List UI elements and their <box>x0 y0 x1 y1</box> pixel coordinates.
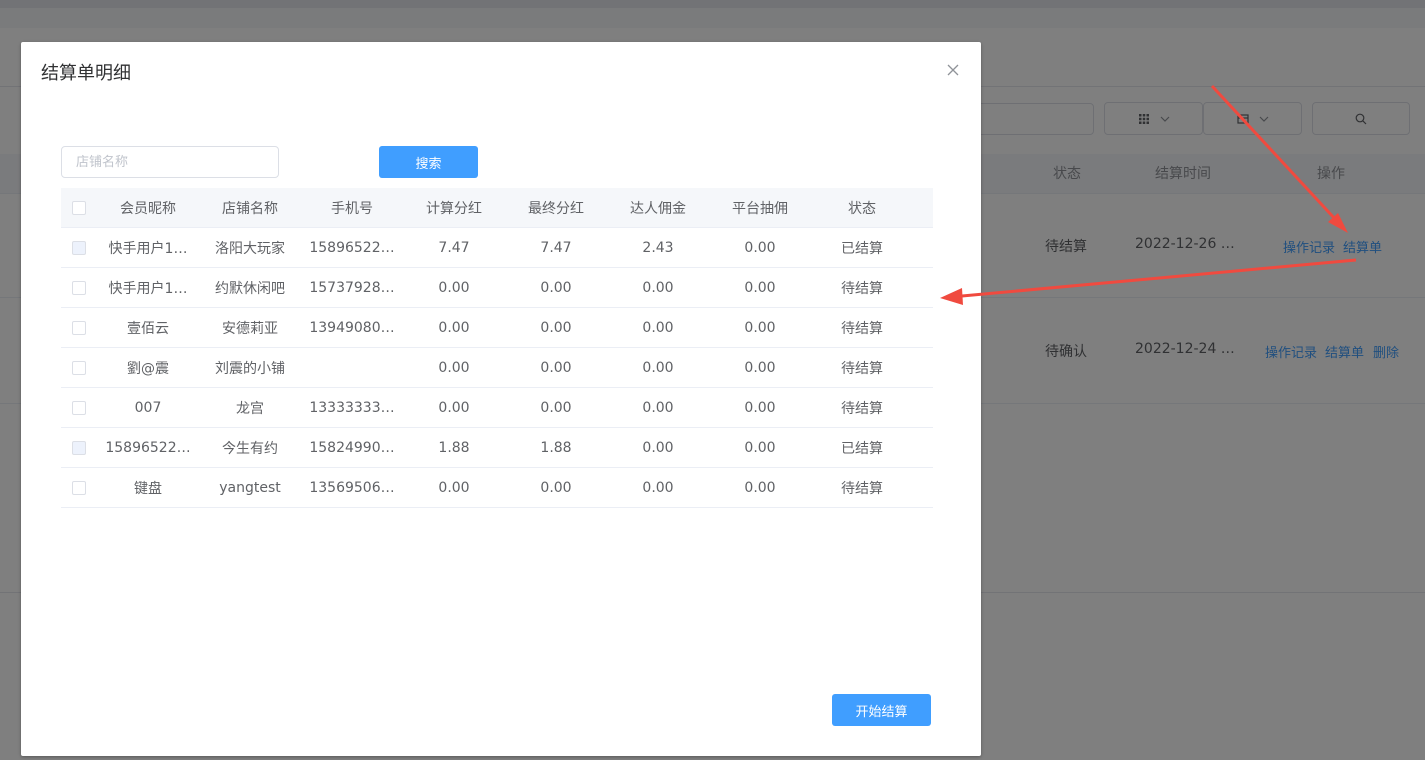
row-checkbox[interactable] <box>72 320 86 335</box>
cell-calculated-dividend: 0.00 <box>438 279 470 296</box>
cell-final-dividend: 7.47 <box>540 239 572 256</box>
settlement-detail-dialog: 结算单明细 搜索 会员昵称 店铺名称 手机号 计算分红 最终分红 达人佣金 平台… <box>21 42 981 756</box>
dialog-title: 结算单明细 <box>41 63 131 84</box>
cell-influencer-commission: 0.00 <box>642 279 674 296</box>
cell-final-dividend: 0.00 <box>540 319 572 336</box>
shop-name-search-input[interactable] <box>61 146 279 178</box>
cell-member-nickname: 劉@震 <box>127 360 169 377</box>
cell-calculated-dividend: 1.88 <box>438 439 470 456</box>
cell-calculated-dividend: 0.00 <box>438 399 470 416</box>
cell-platform-commission: 0.00 <box>744 239 776 256</box>
cell-phone: 15824990… <box>309 439 395 456</box>
header-calculated-dividend: 计算分红 <box>426 200 482 217</box>
cell-calculated-dividend: 0.00 <box>438 319 470 336</box>
cell-influencer-commission: 2.43 <box>642 239 674 256</box>
table-body: 快手用户1… 洛阳大玩家 15896522… 7.47 7.47 2.43 0.00 已结算快… <box>61 228 933 508</box>
header-platform-commission: 平台抽佣 <box>732 200 788 217</box>
table-row: 15896522… 今生有约 15824990… 1.88 1.88 0.00 0.00 已结… <box>61 428 933 468</box>
header-status: 状态 <box>848 200 876 217</box>
cell-final-dividend: 1.88 <box>540 439 572 456</box>
cell-influencer-commission: 0.00 <box>642 479 674 496</box>
cell-calculated-dividend: 7.47 <box>438 239 470 256</box>
cell-final-dividend: 0.00 <box>540 479 572 496</box>
cell-member-nickname: 键盘 <box>134 480 162 497</box>
cell-influencer-commission: 0.00 <box>642 319 674 336</box>
cell-phone <box>301 348 403 387</box>
search-button[interactable]: 搜索 <box>379 146 478 178</box>
header-final-dividend: 最终分红 <box>528 200 584 217</box>
table-row: 壹佰云 安德莉亚 13949080… 0.00 0.00 0.00 0.00 待结算 <box>61 308 933 348</box>
cell-shop-name: 洛阳大玩家 <box>215 240 285 257</box>
cell-status: 待结算 <box>841 320 883 337</box>
cell-phone: 15737928… <box>309 279 395 296</box>
row-checkbox <box>72 440 86 455</box>
cell-calculated-dividend: 0.00 <box>438 359 470 376</box>
cell-phone: 13569506… <box>309 479 395 496</box>
cell-platform-commission: 0.00 <box>744 279 776 296</box>
cell-final-dividend: 0.00 <box>540 359 572 376</box>
cell-phone: 13333333… <box>309 399 395 416</box>
cell-member-nickname: 快手用户1… <box>108 280 188 297</box>
header-shop-name: 店铺名称 <box>222 200 278 217</box>
cell-shop-name: 刘震的小铺 <box>215 360 285 377</box>
table-row: 快手用户1… 洛阳大玩家 15896522… 7.47 7.47 2.43 0.00 已结算 <box>61 228 933 268</box>
cell-platform-commission: 0.00 <box>744 399 776 416</box>
cell-shop-name: 安德莉亚 <box>222 320 278 337</box>
header-phone: 手机号 <box>331 200 373 217</box>
cell-shop-name: yangtest <box>219 479 281 496</box>
cell-member-nickname: 15896522… <box>105 439 191 456</box>
cell-member-nickname: 快手用户1… <box>108 240 188 257</box>
row-checkbox[interactable] <box>72 480 86 495</box>
cell-shop-name: 约默休闲吧 <box>215 280 285 297</box>
cell-platform-commission: 0.00 <box>744 479 776 496</box>
cell-calculated-dividend: 0.00 <box>438 479 470 496</box>
row-checkbox[interactable] <box>72 360 86 375</box>
cell-influencer-commission: 0.00 <box>642 399 674 416</box>
settlement-table: 会员昵称 店铺名称 手机号 计算分红 最终分红 达人佣金 平台抽佣 状态 快手用… <box>61 188 933 508</box>
cell-status: 待结算 <box>841 360 883 377</box>
close-icon[interactable] <box>945 62 961 78</box>
cell-platform-commission: 0.00 <box>744 439 776 456</box>
cell-platform-commission: 0.00 <box>744 359 776 376</box>
cell-status: 已结算 <box>841 440 883 457</box>
cell-status: 待结算 <box>841 400 883 417</box>
header-influencer-commission: 达人佣金 <box>630 200 686 217</box>
cell-final-dividend: 0.00 <box>540 279 572 296</box>
cell-influencer-commission: 0.00 <box>642 439 674 456</box>
table-row: 键盘 yangtest 13569506… 0.00 0.00 0.00 0.00 待结算 <box>61 468 933 508</box>
header-member-nickname: 会员昵称 <box>120 200 176 217</box>
cell-platform-commission: 0.00 <box>744 319 776 336</box>
cell-member-nickname: 壹佰云 <box>127 320 169 337</box>
select-all-checkbox[interactable] <box>72 200 86 215</box>
cell-status: 已结算 <box>841 240 883 257</box>
cell-shop-name: 龙宫 <box>236 400 264 417</box>
table-row: 快手用户1… 约默休闲吧 15737928… 0.00 0.00 0.00 0.00 待结算 <box>61 268 933 308</box>
start-settlement-button[interactable]: 开始结算 <box>832 694 931 726</box>
cell-phone: 13949080… <box>309 319 395 336</box>
cell-phone: 15896522… <box>309 239 395 256</box>
cell-final-dividend: 0.00 <box>540 399 572 416</box>
cell-status: 待结算 <box>841 280 883 297</box>
cell-status: 待结算 <box>841 480 883 497</box>
table-row: 劉@震 刘震的小铺 0.00 0.00 0.00 0.00 待结算 <box>61 348 933 388</box>
cell-member-nickname: 007 <box>134 399 162 416</box>
table-header: 会员昵称 店铺名称 手机号 计算分红 最终分红 达人佣金 平台抽佣 状态 <box>61 188 933 228</box>
row-checkbox[interactable] <box>72 280 86 295</box>
table-row: 007 龙宫 13333333… 0.00 0.00 0.00 0.00 待结算 <box>61 388 933 428</box>
row-checkbox[interactable] <box>72 400 86 415</box>
row-checkbox <box>72 240 86 255</box>
cell-shop-name: 今生有约 <box>222 440 278 457</box>
cell-influencer-commission: 0.00 <box>642 359 674 376</box>
